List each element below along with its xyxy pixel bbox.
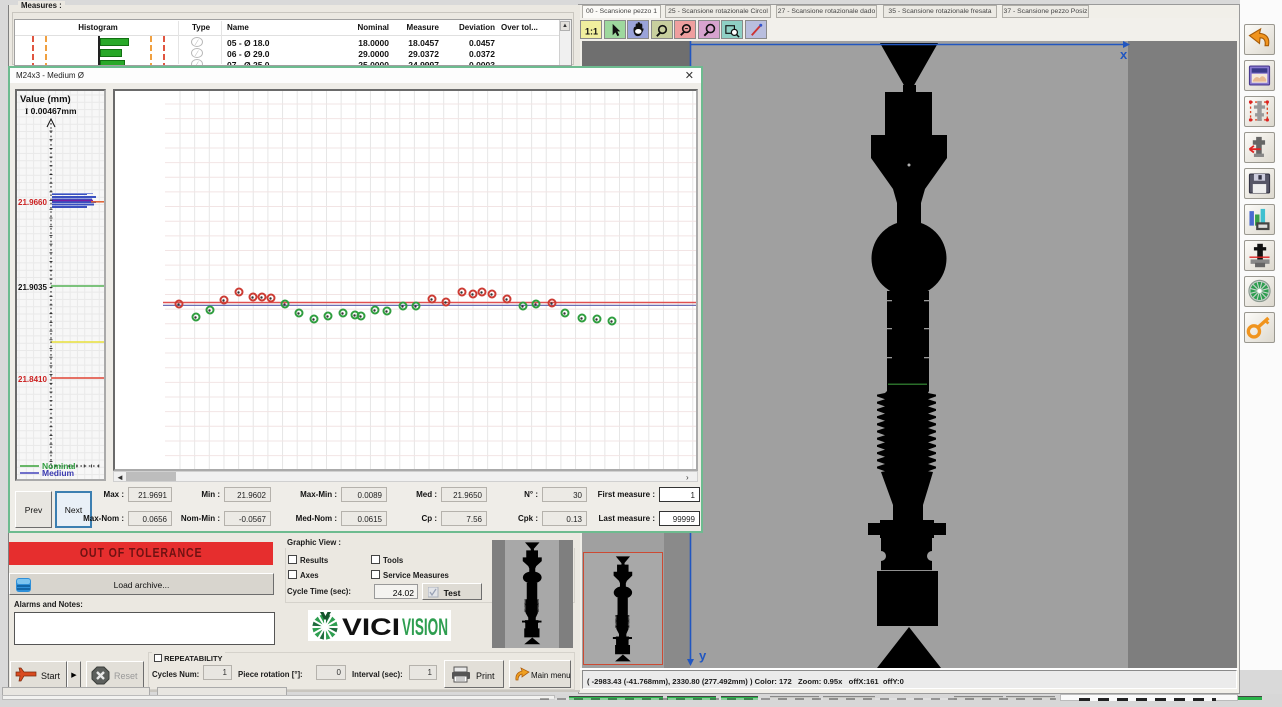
svg-text:y: y (699, 648, 707, 663)
svg-text:VISION: VISION (402, 614, 448, 641)
svg-text:1:1: 1:1 (585, 26, 598, 36)
svg-text:21.9660: 21.9660 (18, 198, 47, 207)
svg-text:I 0.00467mm: I 0.00467mm (25, 106, 77, 116)
svg-text:x: x (1120, 47, 1128, 62)
svg-text:21.9035: 21.9035 (18, 283, 47, 292)
svg-text:21.8410: 21.8410 (18, 375, 47, 384)
svg-text:Medium: Medium (42, 468, 75, 478)
svg-text:VICI: VICI (342, 614, 400, 641)
svg-text:Value (mm): Value (mm) (20, 94, 71, 105)
